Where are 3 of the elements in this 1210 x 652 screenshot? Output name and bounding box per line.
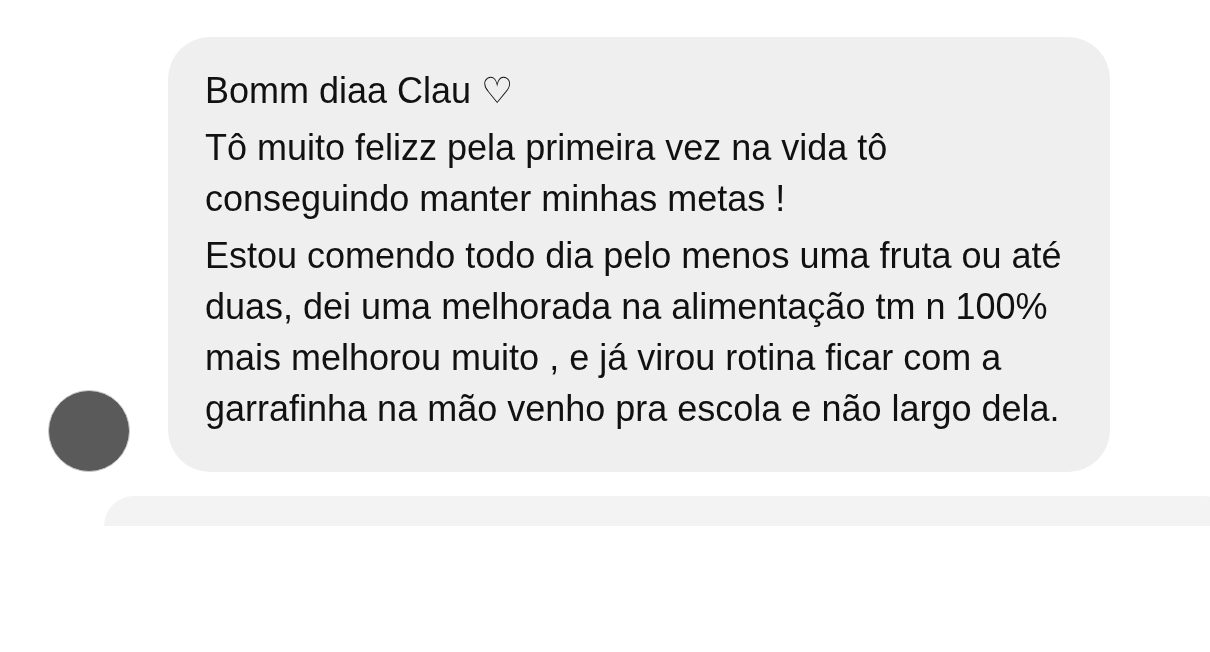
message-text: Tô muito felizz pela primeira vez na vida tô conseguindo manter minhas metas ! bbox=[205, 126, 889, 221]
message-text: Estou comendo todo dia pelo menos uma fruta ou até duas, dei uma melhorada na alimentação tm n 100% mais melhorou muito , e já virou rotina ficar com a garrafinha na mão venho pra escola e não largo dela. bbox=[205, 234, 1063, 431]
message-text: Bomm diaa Clau ♡ bbox=[205, 69, 515, 113]
